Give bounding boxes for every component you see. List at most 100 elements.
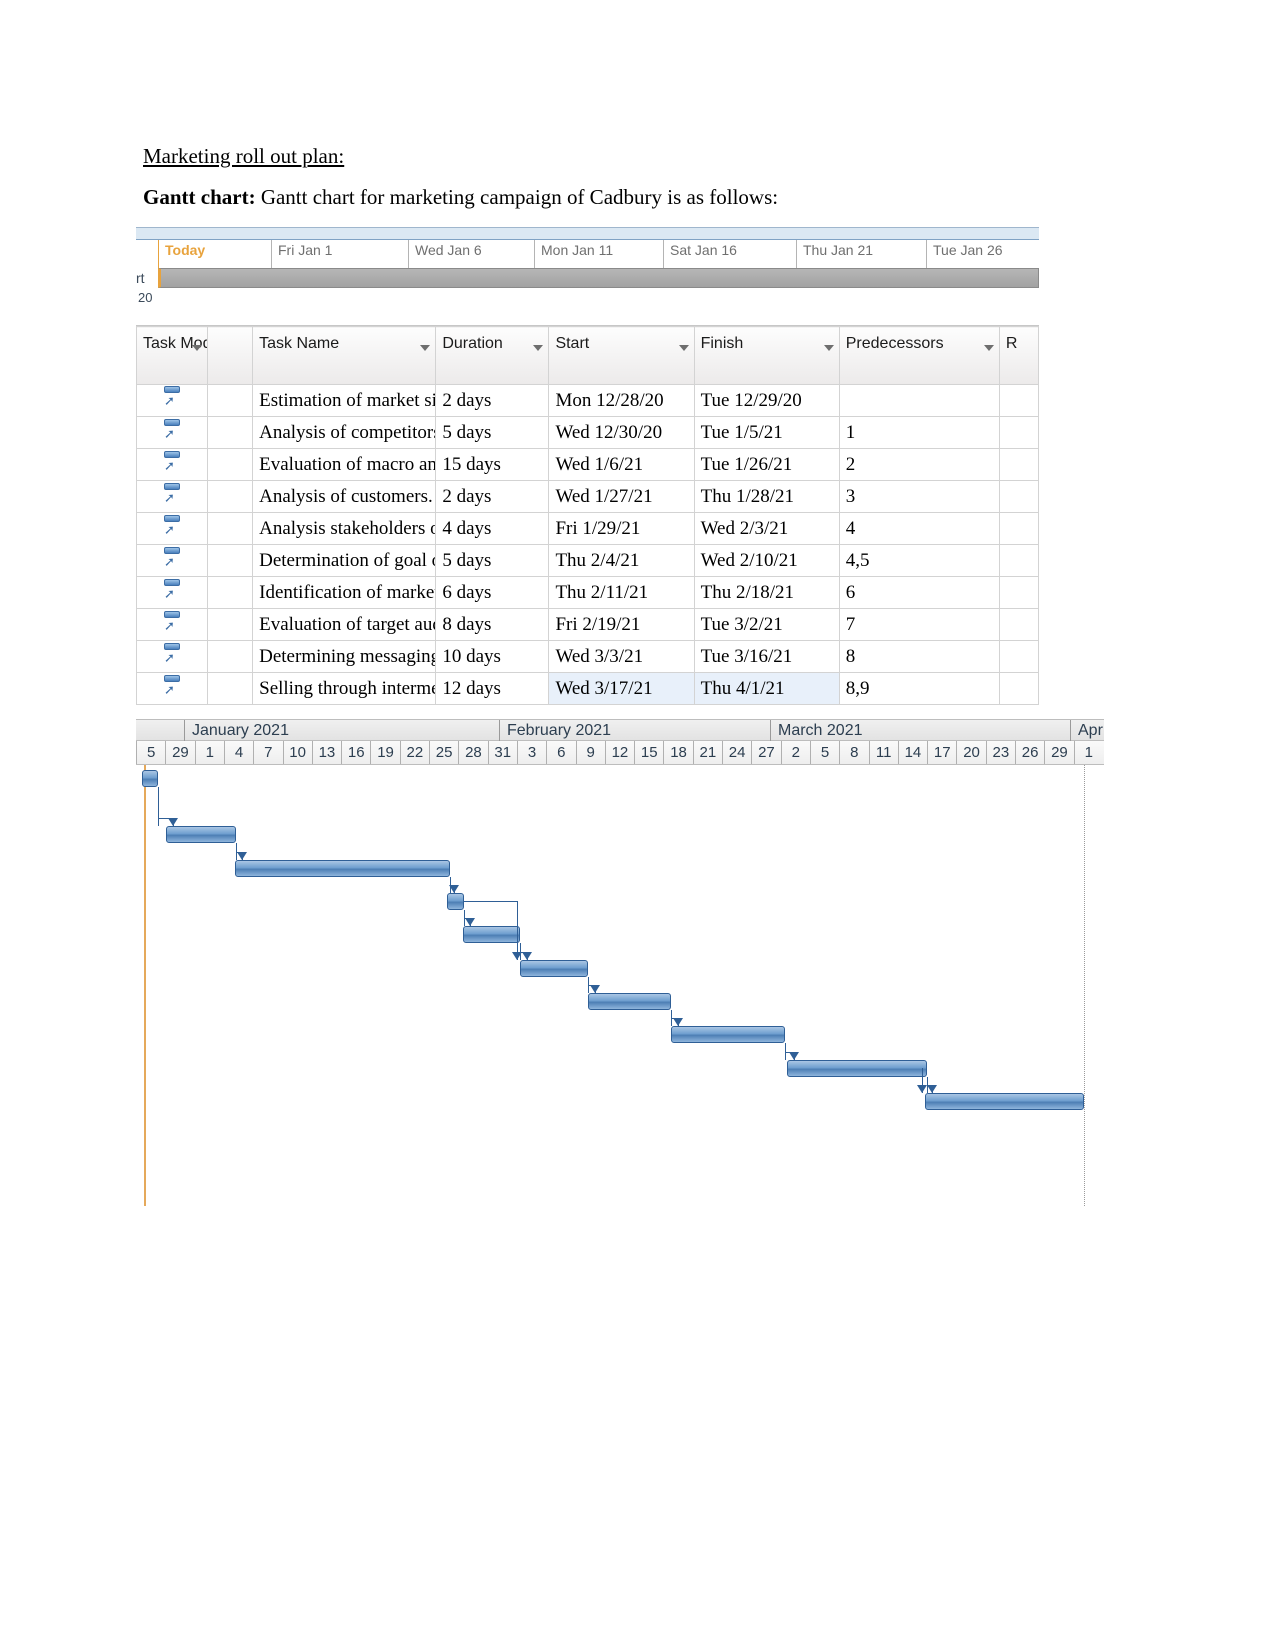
gantt-bar[interactable] (671, 1026, 785, 1043)
cell-start[interactable]: Thu 2/4/21 (548, 544, 695, 577)
gantt-bar[interactable] (925, 1093, 1084, 1110)
cell-predecessors[interactable]: 4 (838, 512, 1000, 545)
cell-finish[interactable]: Thu 2/18/21 (693, 576, 840, 609)
gantt-bar[interactable] (166, 826, 236, 843)
cell-predecessors[interactable]: 1 (838, 416, 1000, 449)
cell-duration[interactable]: 12 days (435, 672, 550, 705)
chevron-down-icon[interactable] (678, 345, 689, 351)
cell-task-mode[interactable]: ➚ (135, 608, 209, 641)
cell-resource[interactable] (998, 672, 1040, 705)
cell-predecessors[interactable]: 7 (838, 608, 1000, 641)
cell-resource[interactable] (998, 416, 1040, 449)
cell-duration[interactable]: 5 days (435, 416, 550, 449)
cell-duration[interactable]: 8 days (435, 608, 550, 641)
cell-predecessors[interactable]: 6 (838, 576, 1000, 609)
gantt-bar[interactable] (588, 993, 671, 1010)
gantt-bar[interactable] (142, 770, 158, 787)
chevron-down-icon[interactable] (983, 345, 994, 351)
cell-task-mode[interactable]: ➚ (135, 512, 209, 545)
cell-finish[interactable]: Thu 4/1/21 (693, 672, 840, 705)
cell-task-mode[interactable]: ➚ (135, 576, 209, 609)
cell-resource[interactable] (998, 576, 1040, 609)
cell-duration[interactable]: 2 days (435, 480, 550, 513)
column-header-task-name[interactable]: Task Name (252, 326, 437, 385)
cell-indicator[interactable] (207, 544, 254, 577)
gantt-bar[interactable] (447, 893, 464, 910)
cell-finish[interactable]: Wed 2/3/21 (693, 512, 840, 545)
column-header-task-mode[interactable]: Task Mode (135, 326, 209, 385)
column-header-finish[interactable]: Finish (693, 326, 840, 385)
cell-start[interactable]: Wed 3/3/21 (548, 640, 695, 673)
cell-predecessors[interactable]: 3 (838, 480, 1000, 513)
cell-task-name[interactable]: Identification of market o (252, 576, 437, 609)
table-row[interactable]: ➚ Determination of goal of 5 daysThu 2/4… (135, 544, 1040, 577)
cell-resource[interactable] (998, 512, 1040, 545)
cell-start[interactable]: Thu 2/11/21 (548, 576, 695, 609)
table-row[interactable]: ➚ Evaluation of macro and 15 daysWed 1/6… (135, 448, 1040, 481)
cell-task-name[interactable]: Estimation of market size. (252, 384, 437, 417)
cell-resource[interactable] (998, 608, 1040, 641)
cell-task-mode[interactable]: ➚ (135, 544, 209, 577)
cell-predecessors[interactable]: 2 (838, 448, 1000, 481)
column-header-resource[interactable]: R (998, 326, 1040, 385)
cell-task-name[interactable]: Determining messaging re (252, 640, 437, 673)
cell-predecessors[interactable] (838, 384, 1000, 417)
cell-finish[interactable]: Tue 1/5/21 (693, 416, 840, 449)
cell-indicator[interactable] (207, 640, 254, 673)
cell-task-name[interactable]: Determination of goal of  (252, 544, 437, 577)
timeline-project-bar[interactable] (158, 268, 1039, 288)
cell-indicator[interactable] (207, 384, 254, 417)
cell-indicator[interactable] (207, 672, 254, 705)
chevron-down-icon[interactable] (192, 345, 203, 351)
chevron-down-icon[interactable] (533, 345, 544, 351)
cell-task-mode[interactable]: ➚ (135, 448, 209, 481)
cell-task-name[interactable]: Analysis of competitors o (252, 416, 437, 449)
gantt-bar[interactable] (235, 860, 450, 877)
table-row[interactable]: ➚ Estimation of market size.2 daysMon 12/… (135, 384, 1040, 417)
column-header-start[interactable]: Start (548, 326, 695, 385)
gantt-bar[interactable] (463, 926, 520, 943)
cell-task-name[interactable]: Selling through intermedia (252, 672, 437, 705)
gantt-bar[interactable] (787, 1060, 927, 1077)
cell-indicator[interactable] (207, 448, 254, 481)
gantt-bar[interactable] (520, 960, 588, 977)
table-row[interactable]: ➚ Analysis stakeholders of 4 daysFri 1/2… (135, 512, 1040, 545)
cell-duration[interactable]: 5 days (435, 544, 550, 577)
cell-finish[interactable]: Tue 3/2/21 (693, 608, 840, 641)
cell-task-name[interactable]: Evaluation of macro and  (252, 448, 437, 481)
cell-start[interactable]: Fri 1/29/21 (548, 512, 695, 545)
table-row[interactable]: ➚ Evaluation of target audie8 daysFri 2/1… (135, 608, 1040, 641)
cell-task-name[interactable]: Evaluation of target audie (252, 608, 437, 641)
cell-resource[interactable] (998, 480, 1040, 513)
cell-task-mode[interactable]: ➚ (135, 640, 209, 673)
table-row[interactable]: ➚ Analysis of customers. 2 days Wed 1/27/21… (135, 480, 1040, 513)
cell-predecessors[interactable]: 4,5 (838, 544, 1000, 577)
cell-start[interactable]: Wed 1/27/21 (548, 480, 695, 513)
cell-resource[interactable] (998, 384, 1040, 417)
cell-indicator[interactable] (207, 480, 254, 513)
cell-predecessors[interactable]: 8 (838, 640, 1000, 673)
table-row[interactable]: ➚ Analysis of competitors o5 days Wed 12/3… (135, 416, 1040, 449)
cell-duration[interactable]: 10 days (435, 640, 550, 673)
cell-finish[interactable]: Tue 3/16/21 (693, 640, 840, 673)
table-row[interactable]: ➚ Selling through intermedia12 daysWed 3/… (135, 672, 1040, 705)
cell-resource[interactable] (998, 544, 1040, 577)
cell-finish[interactable]: Tue 1/26/21 (693, 448, 840, 481)
cell-indicator[interactable] (207, 576, 254, 609)
cell-indicator[interactable] (207, 512, 254, 545)
column-header-predecessors[interactable]: Predecessors (838, 326, 1000, 385)
cell-resource[interactable] (998, 640, 1040, 673)
cell-start[interactable]: Wed 12/30/20 (548, 416, 695, 449)
cell-duration[interactable]: 6 days (435, 576, 550, 609)
cell-task-name[interactable]: Analysis stakeholders of  (252, 512, 437, 545)
cell-start[interactable]: Mon 12/28/20 (548, 384, 695, 417)
cell-resource[interactable] (998, 448, 1040, 481)
cell-indicator[interactable] (207, 416, 254, 449)
cell-finish[interactable]: Wed 2/10/21 (693, 544, 840, 577)
cell-start[interactable]: Fri 2/19/21 (548, 608, 695, 641)
cell-duration[interactable]: 15 days (435, 448, 550, 481)
chevron-down-icon[interactable] (823, 345, 834, 351)
cell-task-name[interactable]: Analysis of customers. (252, 480, 437, 513)
cell-task-mode[interactable]: ➚ (135, 480, 209, 513)
cell-finish[interactable]: Thu 1/28/21 (693, 480, 840, 513)
